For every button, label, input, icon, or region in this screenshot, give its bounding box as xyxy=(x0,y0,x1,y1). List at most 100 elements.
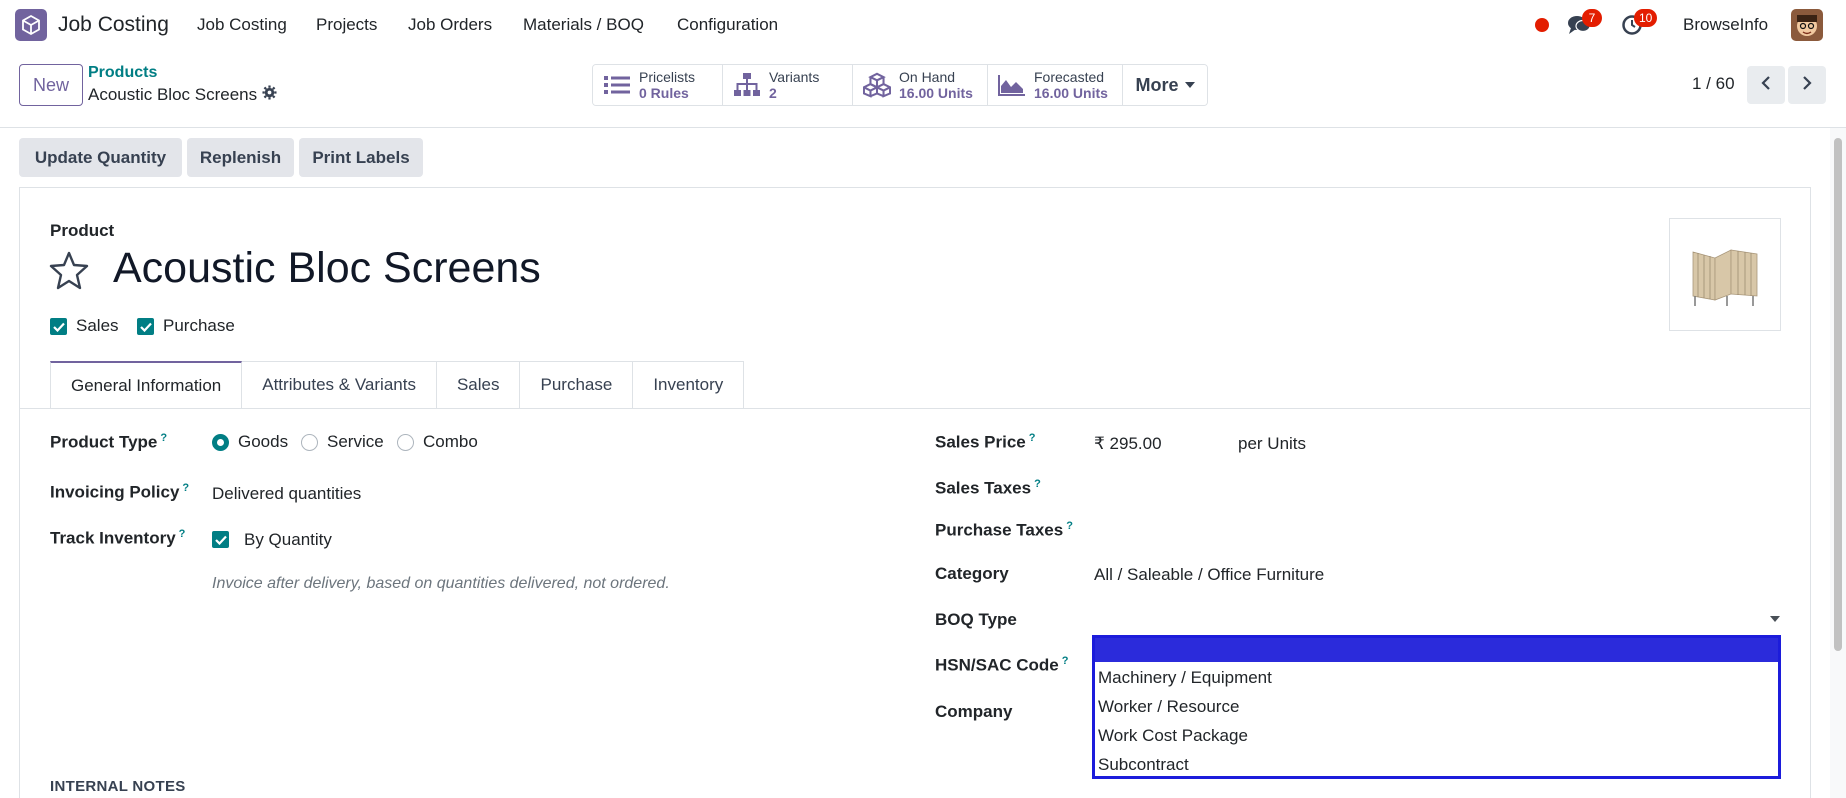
on-hand-label: On Hand xyxy=(899,69,956,85)
invoicing-hint-text: Invoice after delivery, based on quantit… xyxy=(212,575,670,592)
purchase-taxes-label: Purchase Taxes? xyxy=(935,520,1073,540)
sales-price-label: Sales Price? xyxy=(935,432,1036,452)
replenish-button[interactable]: Replenish xyxy=(187,138,294,177)
boq-type-label: BOQ Type xyxy=(935,610,1017,629)
breadcrumb-products-link[interactable]: Products xyxy=(88,64,157,82)
app-name[interactable]: Job Costing xyxy=(58,13,169,37)
menu-configuration[interactable]: Configuration xyxy=(677,15,778,35)
more-label: More xyxy=(1135,74,1179,95)
tabs-divider xyxy=(19,408,1811,409)
form-tabs: General Information Attributes & Variant… xyxy=(50,361,745,409)
menu-job-costing[interactable]: Job Costing xyxy=(197,15,287,35)
pricelists-value: 0 Rules xyxy=(639,85,689,101)
help-icon: ? xyxy=(1034,478,1041,490)
cubes-icon xyxy=(863,72,891,98)
caret-down-icon xyxy=(1184,82,1195,88)
category-label: Category xyxy=(935,564,1009,583)
menu-job-orders[interactable]: Job Orders xyxy=(408,15,492,35)
on-hand-smart-button[interactable]: On Hand 16.00 Units xyxy=(853,65,988,105)
on-hand-value: 16.00 Units xyxy=(899,85,973,101)
boq-option-work-cost-package[interactable]: Work Cost Package xyxy=(1098,726,1248,746)
track-inventory-label: Track Inventory? xyxy=(50,528,186,548)
control-panel: New Products Acoustic Bloc Screens Price… xyxy=(0,50,1846,128)
update-quantity-button[interactable]: Update Quantity xyxy=(19,138,182,177)
variants-smart-button[interactable]: Variants 2 xyxy=(723,65,853,105)
goods-radio[interactable] xyxy=(212,434,229,451)
boq-option-worker[interactable]: Worker / Resource xyxy=(1098,697,1239,717)
product-name-field[interactable]: Acoustic Bloc Screens xyxy=(113,244,541,293)
variants-label: Variants xyxy=(769,69,820,85)
tab-purchase[interactable]: Purchase xyxy=(520,361,634,409)
help-icon: ? xyxy=(160,432,168,444)
pager-next-button[interactable] xyxy=(1788,66,1826,104)
sales-price-field[interactable]: ₹ 295.00 xyxy=(1094,434,1162,454)
more-smart-button[interactable]: More xyxy=(1123,65,1207,105)
pager-previous-button[interactable] xyxy=(1747,66,1785,104)
menu-projects[interactable]: Projects xyxy=(316,15,377,35)
status-dot-icon[interactable] xyxy=(1535,18,1549,32)
help-icon: ? xyxy=(178,528,186,540)
invoicing-policy-field[interactable]: Delivered quantities xyxy=(212,484,361,504)
purchase-checkbox-label[interactable]: Purchase xyxy=(163,316,235,336)
product-image[interactable] xyxy=(1669,218,1781,331)
chevron-right-icon xyxy=(1801,75,1813,96)
boq-option-machinery[interactable]: Machinery / Equipment xyxy=(1098,668,1272,688)
help-icon: ? xyxy=(1028,432,1036,444)
pricelists-smart-button[interactable]: Pricelists 0 Rules xyxy=(593,65,723,105)
combo-radio-label[interactable]: Combo xyxy=(423,432,478,452)
boq-type-dropdown[interactable]: Machinery / Equipment Worker / Resource … xyxy=(1092,635,1781,779)
top-navbar: Job Costing Job Costing Projects Job Ord… xyxy=(0,0,1846,50)
pricelists-label: Pricelists xyxy=(639,69,696,85)
tab-general-information[interactable]: General Information xyxy=(50,361,243,409)
internal-notes-header: INTERNAL NOTES xyxy=(50,778,186,795)
area-chart-icon xyxy=(998,72,1026,98)
boq-option-subcontract[interactable]: Subcontract xyxy=(1098,755,1189,775)
messages-badge: 7 xyxy=(1582,9,1602,27)
list-icon xyxy=(603,72,631,98)
chevron-left-icon xyxy=(1760,75,1772,96)
app-menu-icon[interactable] xyxy=(15,9,47,41)
help-icon: ? xyxy=(182,482,190,494)
company-switcher[interactable]: BrowseInfo xyxy=(1683,15,1768,35)
sitemap-icon xyxy=(733,72,761,98)
scrollbar-thumb[interactable] xyxy=(1834,138,1842,651)
hsn-sac-code-label: HSN/SAC Code? xyxy=(935,655,1069,675)
user-avatar[interactable] xyxy=(1791,9,1823,41)
breadcrumb-current-label: Acoustic Bloc Screens xyxy=(88,85,258,104)
product-type-label: Product Type? xyxy=(50,432,168,452)
activities-badge: 10 xyxy=(1634,9,1658,27)
sales-checkbox[interactable] xyxy=(50,318,67,335)
variants-value: 2 xyxy=(769,85,777,101)
category-field[interactable]: All / Saleable / Office Furniture xyxy=(1094,565,1324,585)
service-radio-label[interactable]: Service xyxy=(327,432,384,452)
forecasted-value: 16.00 Units xyxy=(1034,85,1108,101)
help-icon: ? xyxy=(1061,655,1069,667)
by-quantity-label[interactable]: By Quantity xyxy=(244,530,332,550)
favorite-star-icon[interactable] xyxy=(48,250,90,290)
forecasted-smart-button[interactable]: Forecasted 16.00 Units xyxy=(988,65,1123,105)
boq-option-empty[interactable] xyxy=(1095,638,1778,662)
breadcrumb-current: Acoustic Bloc Screens xyxy=(88,85,277,105)
tab-sales[interactable]: Sales xyxy=(436,361,521,409)
pager-value[interactable]: 1 / 60 xyxy=(1692,74,1735,94)
invoicing-policy-label: Invoicing Policy? xyxy=(50,482,190,502)
sales-taxes-label: Sales Taxes? xyxy=(935,478,1041,498)
tab-inventory[interactable]: Inventory xyxy=(633,361,745,409)
track-inventory-checkbox[interactable] xyxy=(212,531,229,548)
forecasted-label: Forecasted xyxy=(1034,69,1105,85)
print-labels-button[interactable]: Print Labels xyxy=(299,138,423,177)
smart-buttons-bar: Pricelists 0 Rules Variants 2 On Hand 16.00… xyxy=(592,64,1208,106)
product-label: Product xyxy=(50,221,115,240)
combo-radio[interactable] xyxy=(397,434,414,451)
new-button[interactable]: New xyxy=(19,64,83,106)
menu-materials-boq[interactable]: Materials / BOQ xyxy=(523,15,644,35)
boq-type-caret-icon[interactable] xyxy=(1770,616,1780,622)
purchase-checkbox[interactable] xyxy=(137,318,154,335)
help-icon: ? xyxy=(1066,520,1073,532)
service-radio[interactable] xyxy=(301,434,318,451)
gear-icon[interactable] xyxy=(262,85,277,105)
tab-attributes-variants[interactable]: Attributes & Variants xyxy=(242,361,437,409)
goods-radio-label[interactable]: Goods xyxy=(238,432,288,452)
per-unit-label: per Units xyxy=(1238,434,1307,453)
sales-checkbox-label[interactable]: Sales xyxy=(76,316,119,336)
